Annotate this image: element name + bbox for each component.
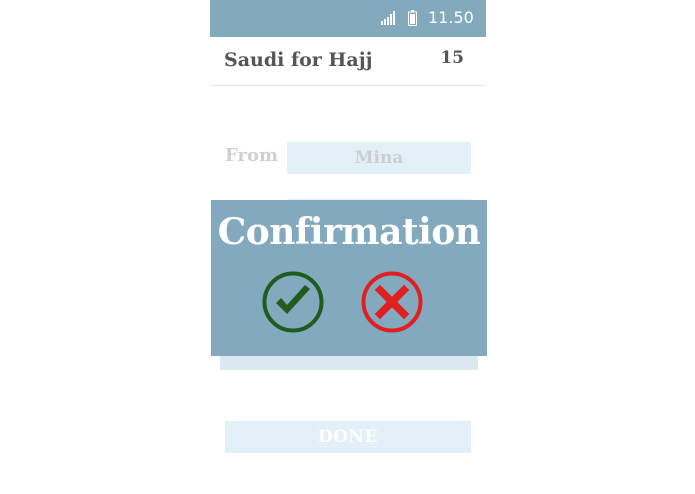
route-title: Saudi for Hajj [224, 49, 373, 71]
from-field[interactable]: Mina [287, 142, 471, 174]
confirmation-dialog: Confirmation [211, 200, 487, 356]
check-circle-icon [262, 271, 324, 333]
signal-icon [381, 11, 395, 25]
from-label: From [225, 145, 278, 166]
battery-icon [408, 10, 417, 26]
route-count: 15 [440, 48, 464, 68]
status-bar: 11.50 [210, 0, 486, 37]
done-button[interactable]: DONE [225, 421, 471, 453]
cancel-button[interactable] [360, 270, 424, 334]
destination-field[interactable] [220, 355, 478, 370]
confirm-button[interactable] [261, 270, 325, 334]
x-circle-icon [361, 271, 423, 333]
status-time: 11.50 [428, 8, 474, 27]
route-header[interactable]: Saudi for Hajj 15 [210, 37, 486, 86]
dialog-title: Confirmation [217, 211, 481, 253]
